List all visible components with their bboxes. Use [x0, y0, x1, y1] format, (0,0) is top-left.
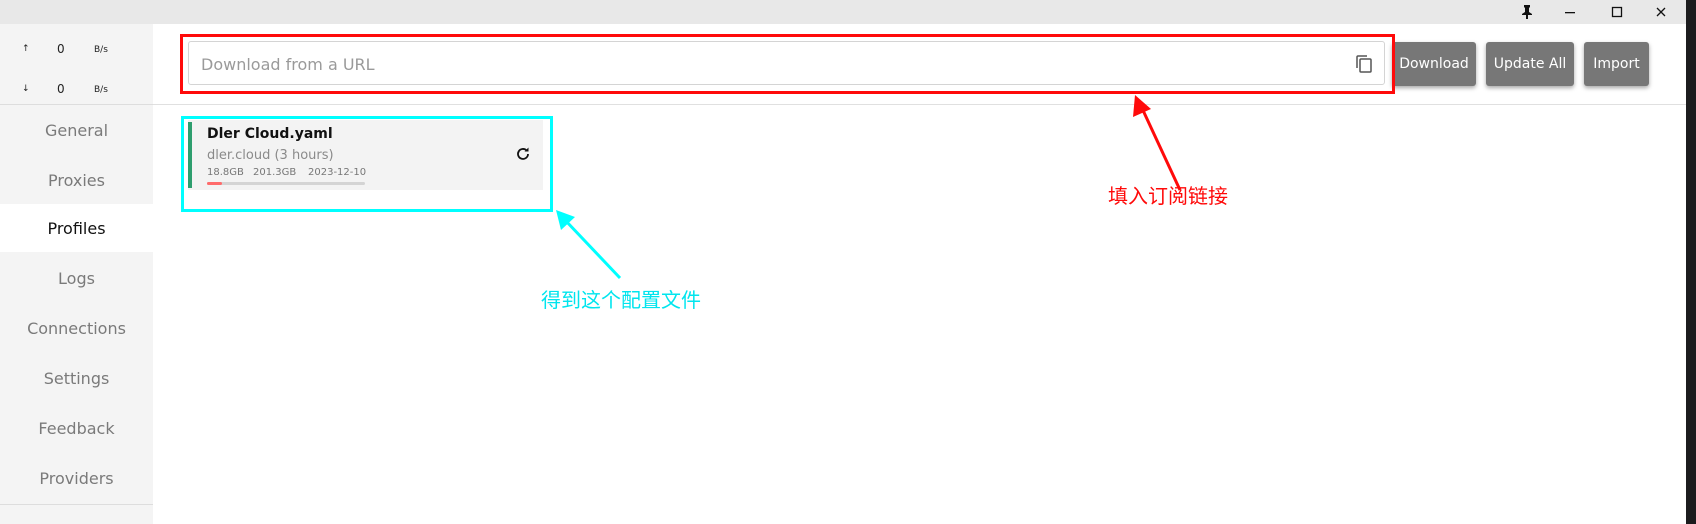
title-bar: [0, 0, 1686, 24]
profile-card-highlight: [181, 116, 553, 212]
upload-unit: B/s: [94, 45, 108, 55]
upload-value: 0: [57, 42, 65, 56]
maximize-icon[interactable]: [1597, 0, 1637, 24]
sidebar-divider-bottom: [0, 504, 153, 505]
sidebar-item-providers[interactable]: Providers: [0, 454, 153, 502]
profiles-page: [153, 24, 1686, 524]
sidebar-item-proxies[interactable]: Proxies: [0, 156, 153, 204]
sidebar-item-feedback[interactable]: Feedback: [0, 404, 153, 452]
annotation-fill-subscription: 填入订阅链接: [1108, 184, 1228, 208]
url-input-highlight: [180, 34, 1395, 94]
download-button[interactable]: Download: [1392, 42, 1476, 86]
update-all-button[interactable]: Update All: [1486, 42, 1574, 86]
download-unit: B/s: [94, 85, 108, 95]
toolbar-divider: [153, 104, 1686, 105]
sidebar: ↑ 0 B/s ↓ 0 B/s General Proxies Profiles…: [0, 24, 153, 524]
upload-arrow-icon: ↑: [22, 44, 30, 54]
sidebar-item-connections[interactable]: Connections: [0, 304, 153, 352]
sidebar-item-settings[interactable]: Settings: [0, 354, 153, 402]
sidebar-item-logs[interactable]: Logs: [0, 254, 153, 302]
sidebar-item-profiles[interactable]: Profiles: [0, 204, 153, 252]
download-value: 0: [57, 82, 65, 96]
sidebar-item-general[interactable]: General: [0, 106, 153, 154]
pin-icon[interactable]: [1507, 0, 1547, 24]
import-button[interactable]: Import: [1584, 42, 1649, 86]
sidebar-divider: [0, 104, 153, 105]
minimize-icon[interactable]: [1550, 0, 1590, 24]
download-arrow-icon: ↓: [22, 84, 30, 94]
upload-speed: ↑ 0 B/s: [0, 30, 153, 70]
annotation-get-profile: 得到这个配置文件: [541, 288, 701, 312]
close-icon[interactable]: [1641, 0, 1681, 24]
app-window: ↑ 0 B/s ↓ 0 B/s General Proxies Profiles…: [0, 0, 1686, 524]
